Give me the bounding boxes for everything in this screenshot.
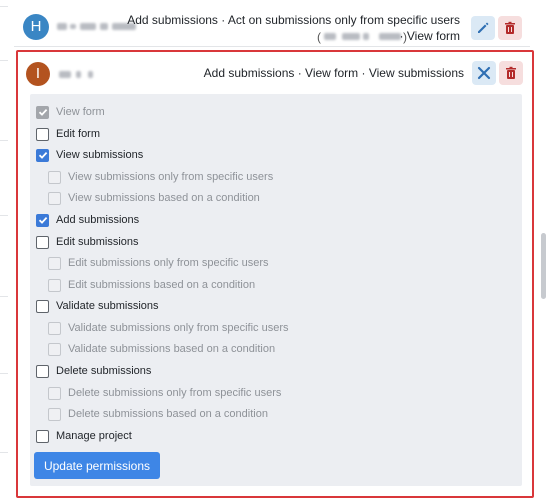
checkbox[interactable]	[36, 148, 49, 162]
avatar-initial: H	[30, 18, 42, 35]
permission-label: Validate submissions based on a conditio…	[68, 343, 276, 355]
permission-label: Add submissions	[56, 214, 140, 226]
permission-edit-submissions[interactable]: Edit submissions	[36, 234, 139, 250]
checkbox[interactable]	[48, 321, 61, 335]
trash-icon	[505, 21, 515, 34]
avatar-initial: I	[35, 65, 41, 82]
close-icon	[477, 66, 491, 80]
checkbox[interactable]	[36, 213, 49, 227]
permissions-summary: Add submissions · Act on submissions onl…	[127, 13, 460, 27]
permission-label: Delete submissions	[56, 365, 152, 377]
permission-label: Validate submissions only from specific …	[68, 322, 289, 334]
permission-edit-form[interactable]: Edit form	[36, 126, 100, 142]
permission-manage-project[interactable]: Manage project	[36, 428, 132, 444]
checkbox[interactable]	[36, 105, 49, 119]
permission-label: Delete submissions only from specific us…	[68, 387, 282, 399]
checkbox[interactable]	[36, 364, 49, 378]
checkmark-icon	[38, 151, 47, 159]
checkbox[interactable]	[48, 278, 61, 292]
checkbox[interactable]	[48, 386, 61, 400]
permission-label: Edit form	[56, 128, 101, 140]
permission-view-submissions-condition[interactable]: View submissions based on a condition	[48, 190, 260, 206]
permission-add-submissions[interactable]: Add submissions	[36, 212, 139, 228]
checkmark-icon	[38, 216, 47, 224]
edit-permissions-button[interactable]	[471, 16, 495, 40]
permission-label: View submissions based on a condition	[68, 192, 260, 204]
member-permissions-card: I Add submissions · View form · View sub…	[16, 50, 534, 498]
permission-label: View submissions	[56, 149, 144, 161]
permission-delete-submissions-specific-users[interactable]: Delete submissions only from specific us…	[48, 385, 281, 401]
permission-label: Manage project	[56, 430, 132, 442]
permission-view-submissions[interactable]: View submissions	[36, 147, 143, 163]
permission-label: View form	[56, 106, 105, 118]
permissions-summary: Add submissions · View form · View submi…	[203, 66, 464, 80]
pencil-icon	[478, 22, 489, 33]
permission-label: Edit submissions only from specific user…	[68, 257, 269, 269]
trash-icon	[506, 66, 516, 79]
checkbox[interactable]	[36, 299, 49, 313]
permission-delete-submissions[interactable]: Delete submissions	[36, 363, 151, 379]
checkbox[interactable]	[48, 191, 61, 205]
permission-validate-submissions[interactable]: Validate submissions	[36, 298, 159, 314]
permissions-summary-continued: · View form	[399, 29, 460, 43]
permission-label: Delete submissions based on a condition	[68, 408, 268, 420]
checkbox[interactable]	[36, 429, 49, 443]
permission-edit-submissions-condition[interactable]: Edit submissions based on a condition	[48, 277, 255, 293]
permission-view-form[interactable]: View form	[36, 104, 105, 120]
permission-edit-submissions-specific-users[interactable]: Edit submissions only from specific user…	[48, 255, 269, 271]
permissions-panel: View form Edit form View submissions Vie…	[30, 94, 522, 486]
scrollbar-thumb[interactable]	[541, 233, 546, 299]
checkbox[interactable]	[48, 407, 61, 421]
checkbox[interactable]	[36, 235, 49, 249]
avatar: I	[26, 62, 50, 86]
remove-user-button[interactable]	[499, 61, 523, 85]
checkbox[interactable]	[48, 170, 61, 184]
checkbox[interactable]	[48, 256, 61, 270]
permission-label: Edit submissions	[56, 236, 139, 248]
page-gutter	[0, 0, 8, 500]
permission-view-submissions-specific-users[interactable]: View submissions only from specific user…	[48, 169, 273, 185]
permission-label: View submissions only from specific user…	[68, 171, 274, 183]
permission-validate-submissions-specific-users[interactable]: Validate submissions only from specific …	[48, 320, 289, 336]
permission-validate-submissions-condition[interactable]: Validate submissions based on a conditio…	[48, 341, 275, 357]
avatar: H	[23, 14, 49, 40]
checkmark-icon	[38, 108, 47, 116]
permission-delete-submissions-condition[interactable]: Delete submissions based on a condition	[48, 406, 268, 422]
member-row: H Add submissions · Act on submissions o…	[14, 0, 530, 47]
permission-label: Validate submissions	[56, 300, 159, 312]
permission-label: Edit submissions based on a condition	[68, 279, 256, 291]
remove-user-button[interactable]	[498, 16, 522, 40]
checkbox[interactable]	[48, 342, 61, 356]
checkbox[interactable]	[36, 127, 49, 141]
close-permissions-button[interactable]	[472, 61, 496, 85]
update-permissions-button[interactable]: Update permissions	[34, 452, 160, 479]
